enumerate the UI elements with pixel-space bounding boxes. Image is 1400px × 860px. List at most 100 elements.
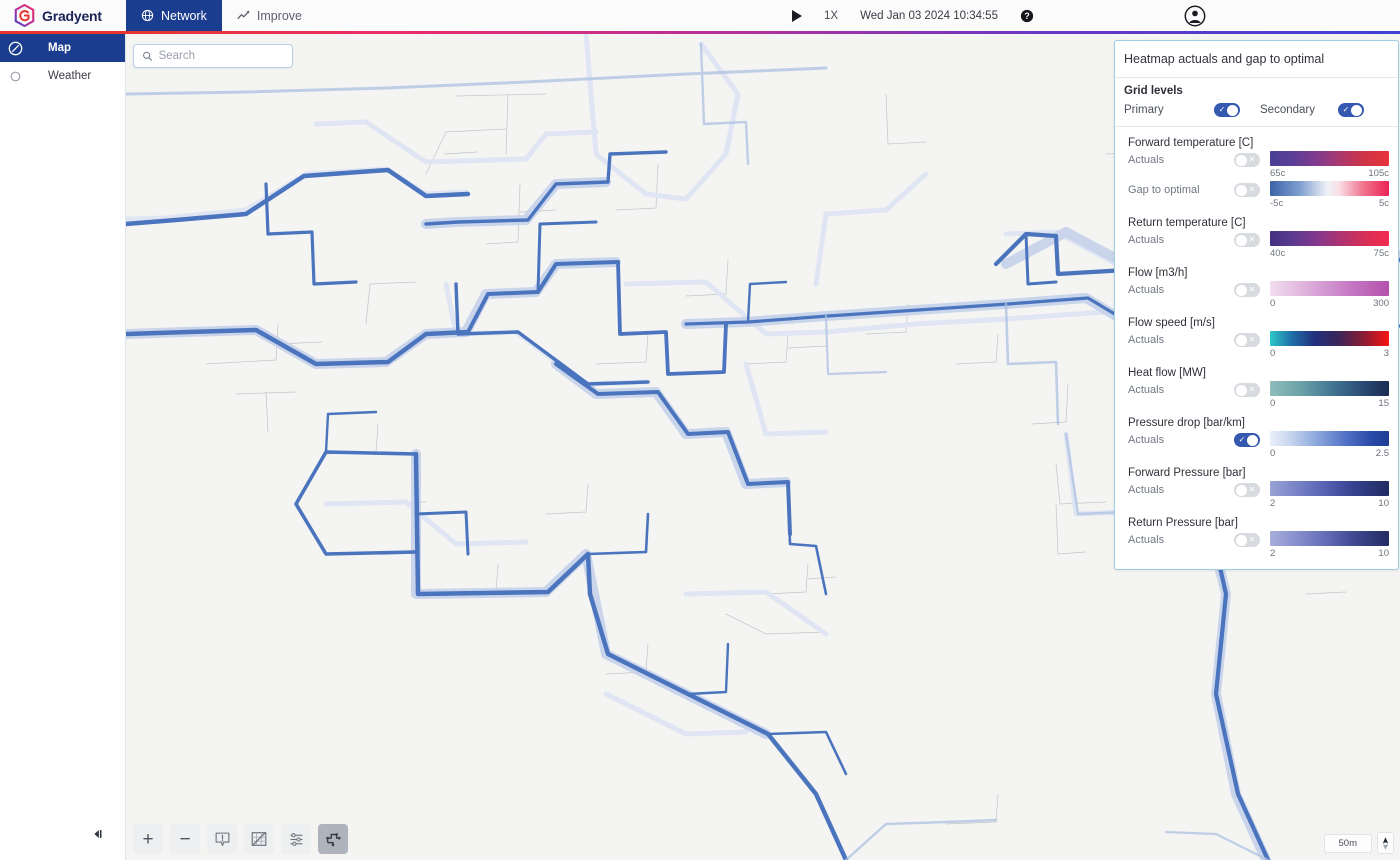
metric-row: Actuals ✕ 2 10 <box>1128 481 1389 511</box>
toggle-knob <box>1236 154 1247 166</box>
tab-improve-label: Improve <box>256 8 302 23</box>
grid-level-secondary-label: Secondary <box>1260 104 1315 116</box>
sidebar-item-weather-label: Weather <box>48 70 92 82</box>
metric-row: Actuals ✕ 0 3 <box>1128 331 1389 361</box>
grid-level-primary-toggle[interactable]: ✓ <box>1214 103 1240 117</box>
alert-marker-button[interactable] <box>207 824 237 854</box>
grid-levels-section: Grid levels Primary ✓ Secondary ✓ <box>1115 78 1398 127</box>
toggle-knob <box>1247 434 1258 446</box>
ramp-max-label: 3 <box>1383 348 1389 359</box>
toggle-knob <box>1236 334 1247 346</box>
metric-group: Return Pressure [bar] Actuals ✕ 2 10 <box>1115 511 1398 561</box>
zoom-out-button[interactable]: − <box>170 824 200 854</box>
metric-group: Pressure drop [bar/km] Actuals ✓ 0 2.5 <box>1115 411 1398 461</box>
playback-controls: 1X Wed Jan 03 2024 10:34:55 ? <box>792 0 1034 31</box>
metric-toggle-cell: ✕ <box>1234 151 1270 167</box>
metric-group-title: Heat flow [MW] <box>1128 367 1206 379</box>
toggle-cross-icon: ✕ <box>1248 155 1256 164</box>
map-scale-controls: 50m <box>1323 832 1394 854</box>
metric-group-title: Flow [m3/h] <box>1128 267 1188 279</box>
metric-row: Actuals ✕ 40c 75c <box>1128 231 1389 261</box>
sliders-icon <box>290 832 302 846</box>
metric-toggle-cell: ✕ <box>1234 231 1270 247</box>
tab-improve[interactable]: Improve <box>221 0 317 31</box>
metric-row-label: Actuals <box>1128 434 1165 446</box>
sidebar: Map Weather <box>0 34 126 860</box>
ramp-max-label: 10 <box>1378 548 1389 559</box>
playback-speed[interactable]: 1X <box>824 10 838 22</box>
heatmap-metrics-list: Forward temperature [C] Actuals ✕ 65c 105c Ga… <box>1115 127 1398 569</box>
metric-toggle[interactable]: ✕ <box>1234 283 1260 297</box>
heatmap-toggle-button[interactable] <box>318 824 348 854</box>
metric-legend: 65c 105c <box>1270 151 1389 179</box>
ramp-min-label: 2 <box>1270 498 1276 509</box>
toggle-cross-icon: ✕ <box>1248 185 1256 194</box>
map-layers-button[interactable] <box>244 824 274 854</box>
color-ramp <box>1270 481 1389 496</box>
metric-toggle-cell: ✕ <box>1234 181 1270 197</box>
toggle-knob <box>1236 384 1247 396</box>
ramp-min-label: 65c <box>1270 168 1286 179</box>
metric-row-label: Actuals <box>1128 154 1165 166</box>
alert-callout-icon <box>215 832 229 846</box>
sidebar-item-map-label: Map <box>48 42 71 54</box>
grid-level-secondary-toggle[interactable]: ✓ <box>1338 103 1364 117</box>
play-icon[interactable] <box>792 9 802 22</box>
metric-row-label: Actuals <box>1128 484 1165 496</box>
brand: Gradyent <box>0 0 126 31</box>
metric-toggle-cell: ✕ <box>1234 281 1270 297</box>
user-avatar-icon <box>1184 5 1206 26</box>
toggle-knob <box>1236 534 1247 546</box>
metric-toggle[interactable]: ✓ <box>1234 433 1260 447</box>
metric-toggle[interactable]: ✕ <box>1234 383 1260 397</box>
metric-legend: 2 10 <box>1270 481 1389 509</box>
network-heatmap-icon <box>326 833 341 847</box>
color-ramp <box>1270 531 1389 546</box>
ramp-max-label: 105c <box>1368 168 1389 179</box>
metric-row: Actuals ✕ 2 10 <box>1128 531 1389 561</box>
search-icon <box>143 51 152 61</box>
metric-toggle[interactable]: ✕ <box>1234 183 1260 197</box>
collapse-left-icon <box>94 830 102 838</box>
sidebar-collapse-button[interactable] <box>88 824 108 844</box>
metric-group-title: Forward Pressure [bar] <box>1128 467 1246 479</box>
metric-toggle[interactable]: ✕ <box>1234 153 1260 167</box>
sidebar-item-weather[interactable]: Weather <box>0 62 125 90</box>
metric-row-label: Actuals <box>1128 334 1165 346</box>
metric-legend: 0 2.5 <box>1270 431 1389 459</box>
metric-toggle[interactable]: ✕ <box>1234 533 1260 547</box>
color-ramp-labels: 03 <box>1270 348 1389 359</box>
metric-toggle[interactable]: ✕ <box>1234 333 1260 347</box>
map-settings-button[interactable] <box>281 824 311 854</box>
ramp-max-label: 75c <box>1373 248 1389 259</box>
metric-legend: 0 15 <box>1270 381 1389 409</box>
ramp-min-label: 0 <box>1270 348 1276 359</box>
ramp-min-label: 40c <box>1270 248 1286 259</box>
toggle-cross-icon: ✕ <box>1248 485 1256 494</box>
zoom-in-button[interactable]: + <box>133 824 163 854</box>
metric-legend: -5c 5c <box>1270 181 1389 209</box>
color-ramp <box>1270 151 1389 166</box>
map-compass[interactable] <box>1377 832 1394 854</box>
metric-toggle[interactable]: ✕ <box>1234 233 1260 247</box>
metric-group: Flow speed [m/s] Actuals ✕ 0 3 <box>1115 311 1398 361</box>
ramp-max-label: 2.5 <box>1375 448 1389 459</box>
brand-accent-bar <box>0 31 1400 34</box>
nav-tabs: Network Improve <box>126 0 317 31</box>
compass-needle-icon <box>1382 836 1389 850</box>
metric-row: Actuals ✕ 0 300 <box>1128 281 1389 311</box>
help-circle-icon[interactable]: ? <box>1020 9 1034 23</box>
metric-toggle[interactable]: ✕ <box>1234 483 1260 497</box>
user-menu[interactable] <box>1184 0 1206 31</box>
tab-network[interactable]: Network <box>126 0 222 31</box>
search-input[interactable] <box>158 50 284 62</box>
gradyent-hexagon-logo-icon <box>14 4 35 27</box>
map-search-box[interactable] <box>133 44 293 68</box>
toggle-knob <box>1236 234 1247 246</box>
brand-name: Gradyent <box>42 7 102 24</box>
sidebar-item-map[interactable]: Map <box>0 34 125 62</box>
ramp-max-label: 10 <box>1378 498 1389 509</box>
metric-legend: 03 <box>1270 331 1389 359</box>
color-ramp <box>1270 231 1389 246</box>
globe-icon <box>141 9 154 22</box>
